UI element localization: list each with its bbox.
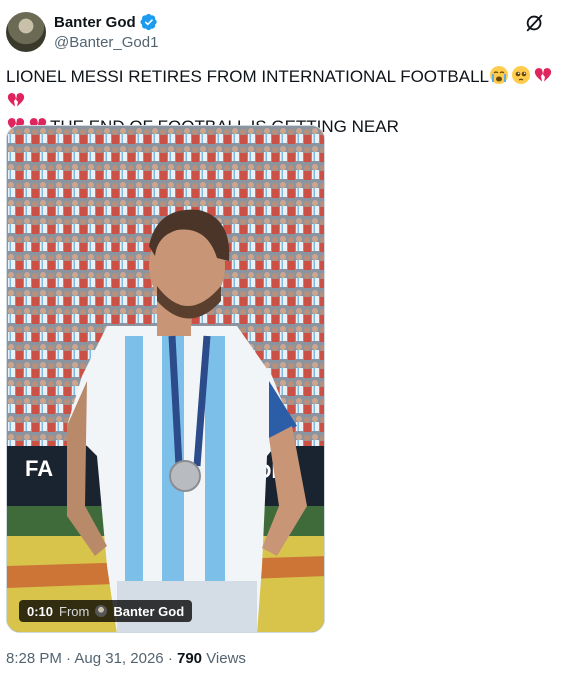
views-count: 790 bbox=[176, 650, 203, 667]
video-from-label: From bbox=[59, 603, 90, 619]
broken-heart-icon bbox=[534, 68, 552, 82]
stadium-board-text-1: FA bbox=[25, 456, 53, 481]
grok-icon[interactable] bbox=[524, 12, 546, 34]
loudly-crying-face-icon bbox=[490, 66, 509, 84]
broken-heart-icon bbox=[7, 93, 25, 107]
video-frame: FA DE bbox=[7, 126, 324, 632]
video-source-author[interactable]: Banter God bbox=[113, 604, 184, 619]
tweet-meta: 8:28 PM · Aug 31, 2026 · 790 Views bbox=[6, 650, 246, 667]
video-duration-badge: 0:10 From Banter God bbox=[19, 600, 193, 622]
pleading-face-icon bbox=[512, 66, 531, 84]
video-source-avatar bbox=[95, 605, 108, 617]
author-display-name[interactable]: Banter God bbox=[54, 14, 136, 31]
tweet-time[interactable]: 8:28 PM bbox=[6, 650, 62, 667]
video-duration: 0:10 bbox=[27, 603, 54, 619]
verified-badge-icon bbox=[140, 13, 157, 31]
author-block: Banter God @Banter_God1 bbox=[54, 12, 158, 52]
views-label: Views bbox=[206, 650, 246, 667]
meta-separator: · bbox=[66, 650, 72, 667]
meta-separator-2: · bbox=[167, 650, 173, 667]
video-player[interactable]: FA DE 0:10 From Banter God bbox=[6, 125, 325, 633]
author-avatar[interactable] bbox=[6, 12, 46, 52]
tweet-date[interactable]: Aug 31, 2026 bbox=[74, 650, 163, 667]
author-handle[interactable]: @Banter_God1 bbox=[54, 34, 158, 51]
tweet-line-1: LIONEL MESSI RETIRES FROM INTERNATIONAL … bbox=[6, 67, 490, 86]
